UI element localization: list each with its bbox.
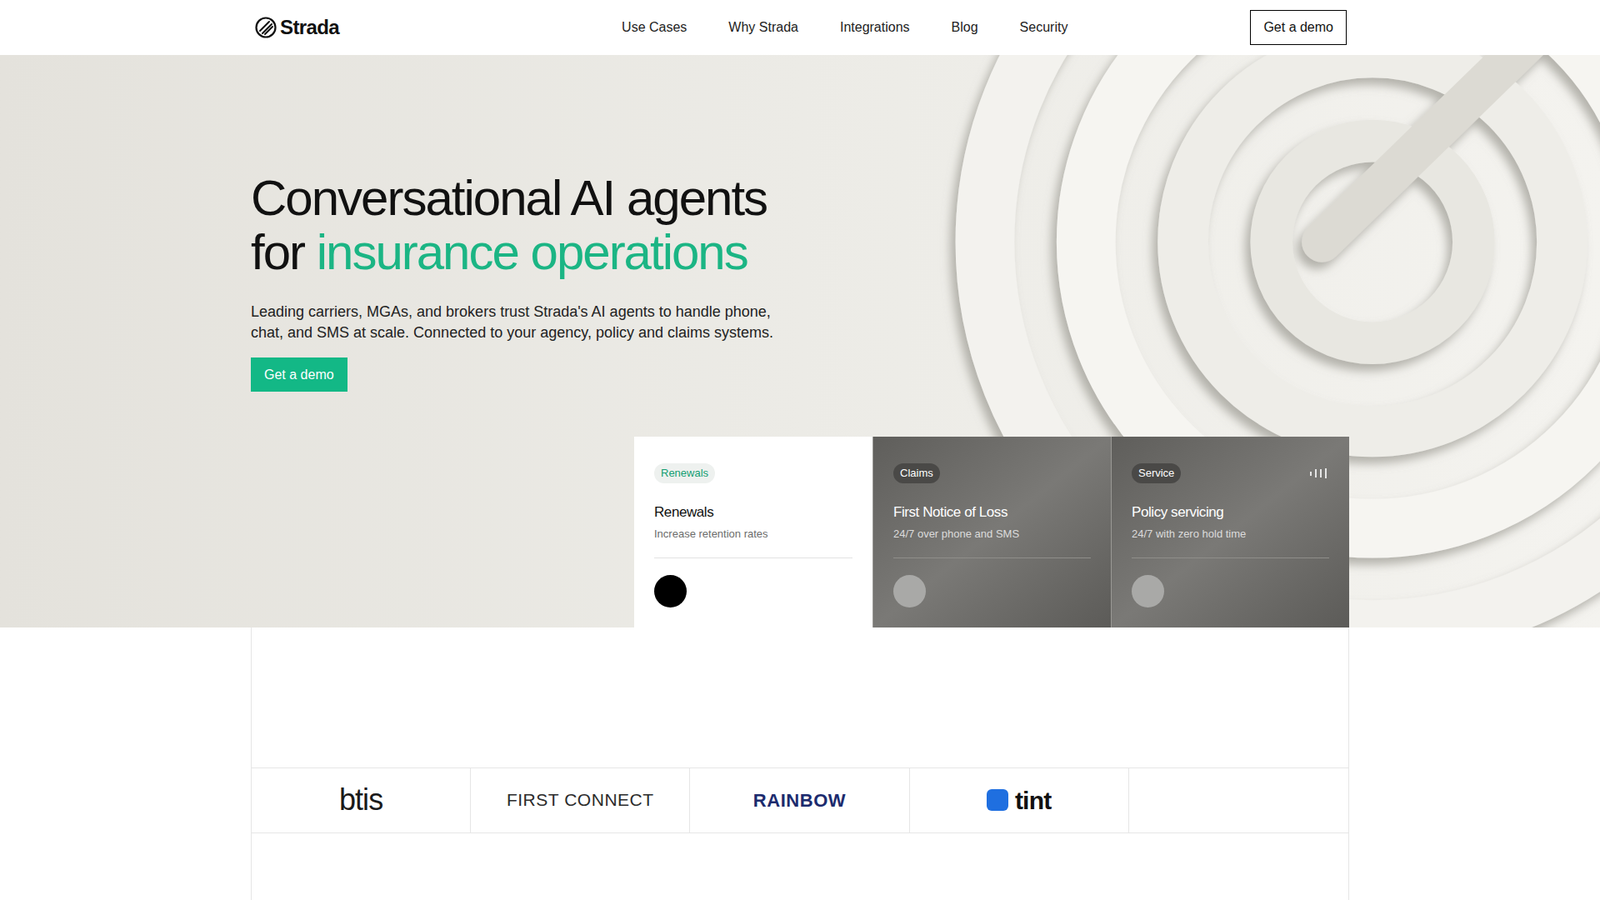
card-subtitle: Increase retention rates <box>654 525 853 543</box>
card-tag: Service <box>1131 463 1181 484</box>
use-case-card[interactable]: RenewalsRenewalsIncrease retention rates <box>634 436 873 628</box>
card-tag: Renewals <box>654 463 715 484</box>
nav-link[interactable]: Integrations <box>840 17 910 38</box>
card-subtitle: 24/7 with zero hold time <box>1131 525 1330 543</box>
waveform-icon <box>1309 467 1330 480</box>
customer-logo: btis <box>251 768 471 833</box>
strada-logo-icon <box>255 16 277 39</box>
card-play-button[interactable] <box>654 575 687 608</box>
card-divider <box>654 557 853 559</box>
nav-links: Use Cases Why Strada Integrations Blog Secur… <box>621 17 1068 38</box>
empty-logo-cell <box>1129 768 1349 833</box>
customer-logo: FIRST CONNECT <box>470 768 690 833</box>
nav-link[interactable]: Blog <box>951 17 979 38</box>
customer-logo: RAINBOW <box>690 768 910 833</box>
nav-link[interactable]: Security <box>1020 17 1069 38</box>
card-title: First Notice of Loss <box>893 501 1091 524</box>
customer-logo: tint <box>910 768 1130 833</box>
card-title: Renewals <box>654 501 853 524</box>
use-case-cards: RenewalsRenewalsIncrease retention rates… <box>250 436 1350 628</box>
nav-demo-button[interactable]: Get a demo <box>1250 10 1347 45</box>
hero-description: Leading carriers, MGAs, and brokers trus… <box>250 301 801 344</box>
card-divider <box>893 557 1091 559</box>
nav-link[interactable]: Use Cases <box>621 17 687 38</box>
card-subtitle: 24/7 over phone and SMS <box>893 525 1091 543</box>
hero: Conversational AI agentsfor insurance op… <box>0 55 1600 628</box>
hero-demo-button[interactable]: Get a demo <box>250 357 348 392</box>
use-case-card[interactable]: Claims First Notice of Loss24/7 over phon… <box>872 436 1111 628</box>
card-play-button[interactable] <box>893 575 926 608</box>
logo-strip: btisFIRST CONNECTRAINBOWtint <box>251 767 1349 834</box>
card-title: Policy servicing <box>1131 501 1330 524</box>
logo[interactable]: Strada <box>250 12 340 43</box>
navbar: Strada Use Cases Why Strada Integrations Blo… <box>0 0 1600 55</box>
card-tag: Claims <box>893 463 940 484</box>
page: Strada Use Cases Why Strada Integrations Blo… <box>0 0 1600 900</box>
hero-title: Conversational AI agentsfor insurance op… <box>250 170 1350 280</box>
card-divider <box>1131 557 1330 559</box>
nav-link[interactable]: Why Strada <box>728 17 799 38</box>
card-play-button[interactable] <box>1131 575 1165 608</box>
tint-logo-icon <box>986 789 1009 811</box>
use-case-card[interactable]: Service Policy servicing24/7 with zero ho… <box>1110 436 1350 628</box>
